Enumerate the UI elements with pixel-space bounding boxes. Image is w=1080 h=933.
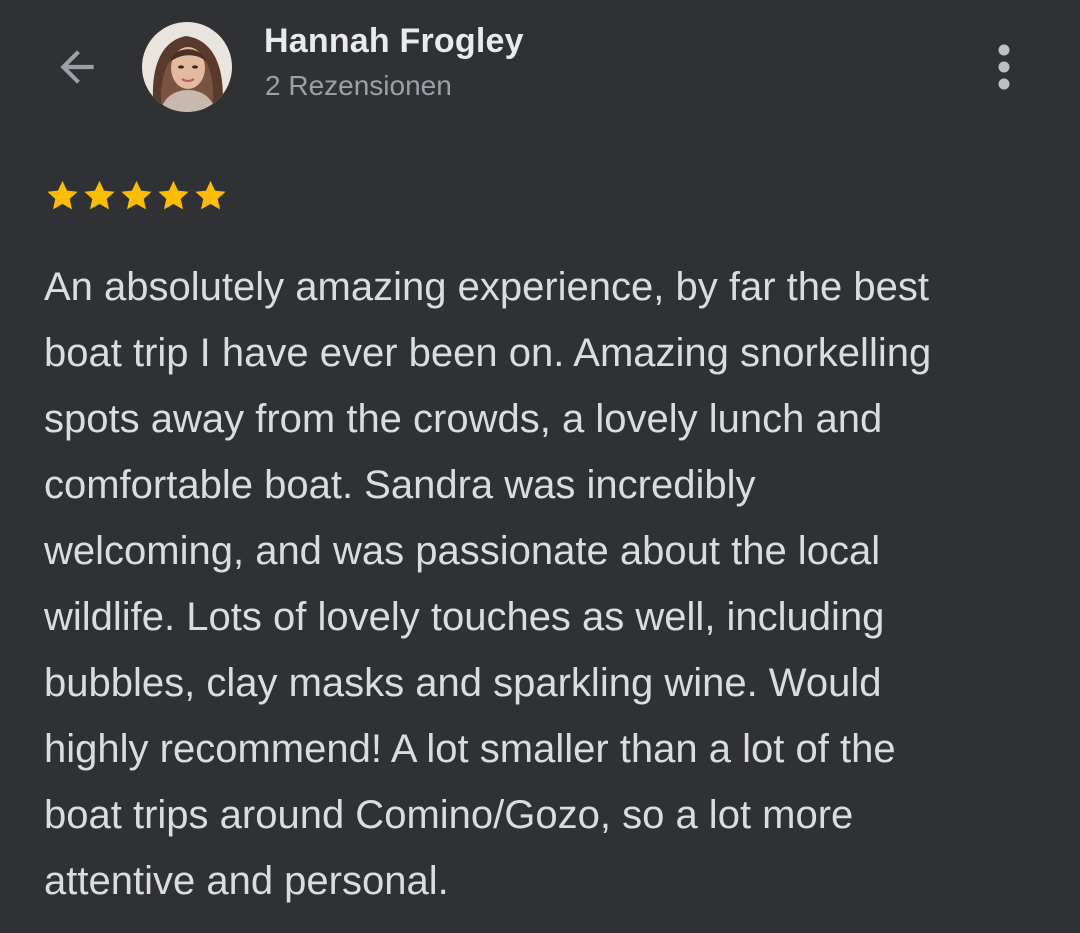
star-icon xyxy=(84,180,115,210)
review-text: An absolutely amazing experience, by far… xyxy=(44,265,932,903)
star-icon xyxy=(47,180,78,210)
arrow-back-icon xyxy=(60,50,94,84)
reviewer-name[interactable]: Hannah Frogley xyxy=(264,22,524,61)
star-icon xyxy=(195,180,226,210)
avatar-photo xyxy=(142,22,232,112)
star-icon xyxy=(121,180,152,210)
back-button[interactable] xyxy=(46,36,108,98)
star-rating xyxy=(44,176,229,216)
more-options-button[interactable] xyxy=(980,38,1028,96)
avatar[interactable] xyxy=(142,22,232,112)
star-icon xyxy=(158,180,189,210)
more-vert-icon xyxy=(998,44,1010,90)
review-header: Hannah Frogley 2 Rezensionen xyxy=(0,0,1080,130)
review-count[interactable]: 2 Rezensionen xyxy=(265,70,452,102)
